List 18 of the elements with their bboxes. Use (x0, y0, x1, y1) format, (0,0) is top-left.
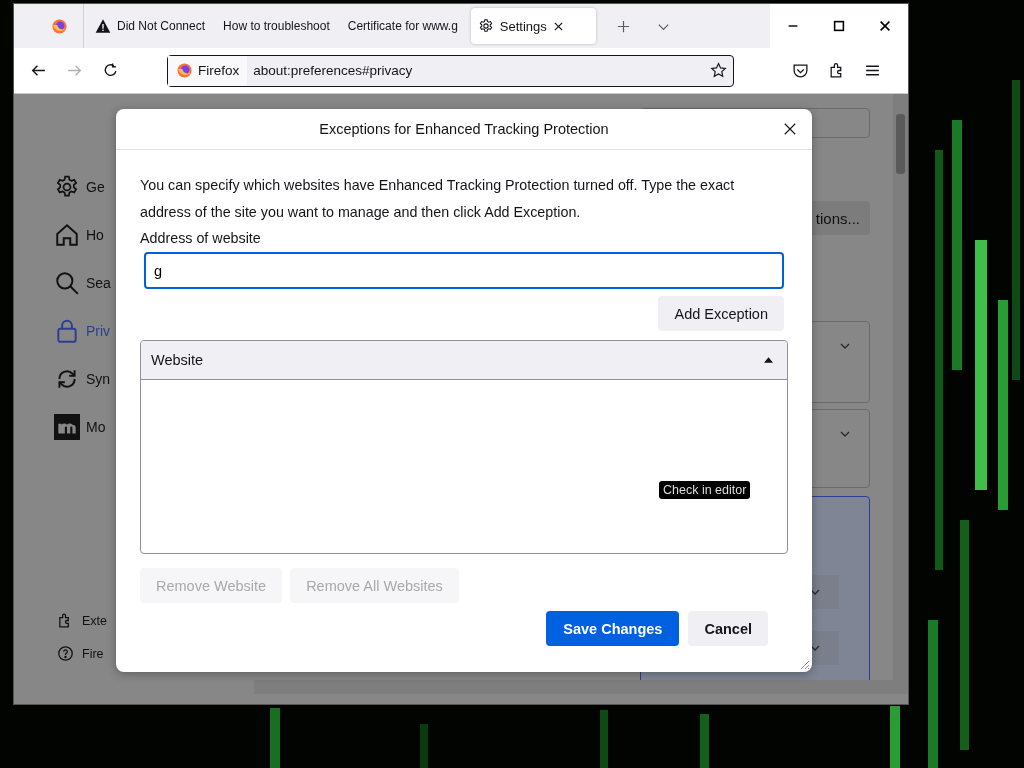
dialog-title: Exceptions for Enhanced Tracking Protection (319, 121, 609, 137)
category-label: Ho (86, 227, 104, 243)
tab-title: How to troubleshoot (223, 19, 330, 33)
tab-title: Settings (499, 18, 547, 34)
footer-link-label: Exte (82, 613, 107, 628)
tab-title: Did Not Connect (117, 19, 206, 33)
tab-title: Certificate for www.g (347, 19, 458, 33)
column-title: Website (151, 352, 204, 368)
category-label: Sea (86, 275, 111, 291)
description-text: You can specify which websites have Enhanced Tracking Protection turned off. Type the exact address of the site you want to manage and then click Add Exception. (140, 176, 736, 222)
category-label: Ge (86, 179, 105, 195)
category-label: Priv (86, 323, 111, 339)
url-text: about:preferences#privacy (252, 63, 414, 78)
field-label: Address of website (140, 230, 262, 246)
category-label: Mo (86, 419, 106, 435)
footer-link-label: Fire (82, 646, 104, 661)
category-label: Syn (86, 371, 111, 387)
tooltip: Check in editor (659, 481, 751, 499)
